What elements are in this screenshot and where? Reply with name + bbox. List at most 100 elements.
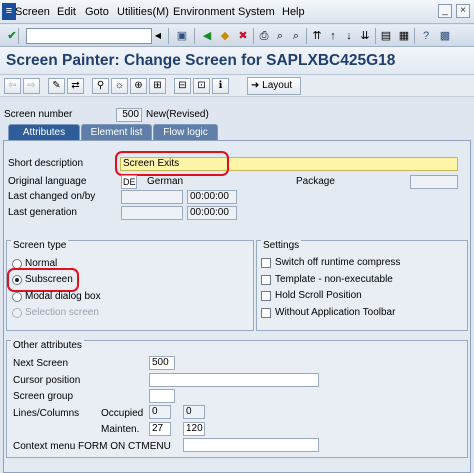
screen-group-label: Screen group xyxy=(13,391,74,402)
find-icon[interactable]: ⌕ xyxy=(272,28,288,44)
last-changed-time-field: 00:00:00 xyxy=(187,190,237,204)
divider xyxy=(18,28,19,44)
lines-columns-label: Lines/Columns xyxy=(13,408,80,419)
original-language-field[interactable]: DE xyxy=(121,175,137,189)
prev-page-icon[interactable]: ↑ xyxy=(325,28,341,44)
layout-arrow-icon: ➜ xyxy=(251,80,260,91)
context-menu-label: Context menu FORM ON CTMENU xyxy=(13,441,171,452)
screen-status: New(Revised) xyxy=(146,109,209,120)
save-icon[interactable]: ▣ xyxy=(174,28,190,44)
menu-help[interactable]: Help xyxy=(282,6,305,18)
next-page-icon[interactable]: ↓ xyxy=(341,28,357,44)
checkbox-runtime-compress-label: Switch off runtime compress xyxy=(275,257,401,268)
command-field[interactable] xyxy=(26,28,152,44)
last-changed-label: Last changed on/by xyxy=(8,191,96,202)
back-arrow-icon[interactable]: ⇦ xyxy=(4,78,21,94)
screen-group-field[interactable] xyxy=(149,389,175,403)
last-generation-label: Last generation xyxy=(8,207,77,218)
display-change-icon[interactable]: ✎ xyxy=(48,78,65,94)
info-icon[interactable]: ℹ xyxy=(212,78,229,94)
dropdown-icon[interactable]: ◀ xyxy=(153,28,163,44)
checkbox-no-app-toolbar-label: Without Application Toolbar xyxy=(275,307,396,318)
radio-selection-screen xyxy=(12,308,22,318)
last-generation-time-field: 00:00:00 xyxy=(187,206,237,220)
layout-button[interactable]: ➜ Layout xyxy=(247,77,301,95)
tab-attributes[interactable]: Attributes xyxy=(8,124,80,140)
help-icon[interactable]: ? xyxy=(418,28,434,44)
last-generation-date-field xyxy=(121,206,183,220)
cancel-icon[interactable]: ✖ xyxy=(235,28,251,44)
shortcut-icon[interactable]: ▦ xyxy=(396,28,412,44)
exit-icon[interactable]: ◆ xyxy=(217,28,233,44)
standard-toolbar: ✔ ◀ ▣ ◀ ◆ ✖ ⎙ ⌕ ⌕ ⇈ ↑ ↓ ⇊ ▤ ▦ ? ▩ xyxy=(0,25,474,47)
checkbox-no-app-toolbar[interactable] xyxy=(261,308,271,318)
sap-menu-icon[interactable]: ≡ xyxy=(2,3,16,20)
tab-element-list[interactable]: Element list xyxy=(81,124,152,140)
occupied-label: Occupied xyxy=(101,408,144,419)
forward-arrow-icon[interactable]: ⇨ xyxy=(23,78,40,94)
original-language-label: Original language xyxy=(8,176,87,187)
radio-modal-dialog-label: Modal dialog box xyxy=(25,291,101,302)
last-page-icon[interactable]: ⇊ xyxy=(357,28,373,44)
object-list-icon[interactable]: ⊡ xyxy=(193,78,210,94)
menu-screen[interactable]: Screen xyxy=(15,6,50,18)
print-icon[interactable]: ⎙ xyxy=(256,28,272,44)
checkbox-hold-scroll-label: Hold Scroll Position xyxy=(275,290,362,301)
customize-icon[interactable]: ▩ xyxy=(437,28,453,44)
screen-type-title: Screen type xyxy=(11,240,69,251)
highlight-ring xyxy=(115,151,229,176)
maintenance-columns-field[interactable]: 120 xyxy=(183,422,205,436)
package-field xyxy=(410,175,458,189)
new-session-icon[interactable]: ▤ xyxy=(378,28,394,44)
menu-system[interactable]: System xyxy=(238,6,275,18)
cursor-position-field[interactable] xyxy=(149,373,319,387)
divider xyxy=(194,28,195,44)
menu-utilities[interactable]: Utilities(M) xyxy=(117,6,169,18)
occupied-lines-field: 0 xyxy=(149,405,171,419)
close-window-icon[interactable]: × xyxy=(456,4,470,18)
divider xyxy=(375,28,376,44)
menu-bar: ≡ Screen Edit Goto Utilities(M) Environm… xyxy=(0,0,474,24)
application-toolbar: ⇦ ⇨ ✎ ⇄ ⚲ ☼ ⊕ ⊞ ⊟ ⊡ ℹ ➜ Layout xyxy=(0,75,474,97)
original-language-name: German xyxy=(147,176,184,187)
test-icon[interactable]: ⊕ xyxy=(130,78,147,94)
radio-selection-screen-label: Selection screen xyxy=(25,307,99,318)
context-menu-field[interactable] xyxy=(183,438,319,452)
screen-number-field: 500 xyxy=(116,108,142,122)
screen-number-label: Screen number xyxy=(4,109,73,120)
settings-title: Settings xyxy=(261,240,302,251)
occupied-columns-field: 0 xyxy=(183,405,205,419)
hierarchy-icon[interactable]: ⊟ xyxy=(174,78,191,94)
layout-button-label: Layout xyxy=(262,80,293,91)
page-title: Screen Painter: Change Screen for SAPLXB… xyxy=(6,52,396,69)
next-screen-field[interactable]: 500 xyxy=(149,356,175,370)
checkbox-template[interactable] xyxy=(261,275,271,285)
activate-icon[interactable]: ☼ xyxy=(111,78,128,94)
other-object-icon[interactable]: ⇄ xyxy=(67,78,84,94)
menu-goto[interactable]: Goto xyxy=(85,6,109,18)
divider xyxy=(306,28,307,44)
other-attributes-title: Other attributes xyxy=(11,340,84,351)
check-object-icon[interactable]: ⚲ xyxy=(92,78,109,94)
checkbox-runtime-compress[interactable] xyxy=(261,258,271,268)
radio-modal-dialog[interactable] xyxy=(12,292,22,302)
maintenance-lines-field[interactable]: 27 xyxy=(149,422,171,436)
divider xyxy=(253,28,254,44)
highlight-ring xyxy=(7,268,79,292)
find-next-icon[interactable]: ⌕ xyxy=(288,28,304,44)
menu-environment[interactable]: Environment xyxy=(173,6,235,18)
package-label: Package xyxy=(296,176,335,187)
checkbox-template-label: Template - non-executable xyxy=(275,274,393,285)
tab-flow-logic[interactable]: Flow logic xyxy=(153,124,218,140)
cursor-position-label: Cursor position xyxy=(13,375,81,386)
maintenance-label: Mainten. xyxy=(101,424,140,435)
checkbox-hold-scroll[interactable] xyxy=(261,291,271,301)
minimize-icon[interactable]: _ xyxy=(438,4,452,18)
menu-edit[interactable]: Edit xyxy=(57,6,76,18)
divider xyxy=(414,28,415,44)
back-icon[interactable]: ◀ xyxy=(199,28,215,44)
divider xyxy=(168,28,169,44)
where-used-icon[interactable]: ⊞ xyxy=(149,78,166,94)
title-bar: Screen Painter: Change Screen for SAPLXB… xyxy=(0,47,474,75)
first-page-icon[interactable]: ⇈ xyxy=(309,28,325,44)
